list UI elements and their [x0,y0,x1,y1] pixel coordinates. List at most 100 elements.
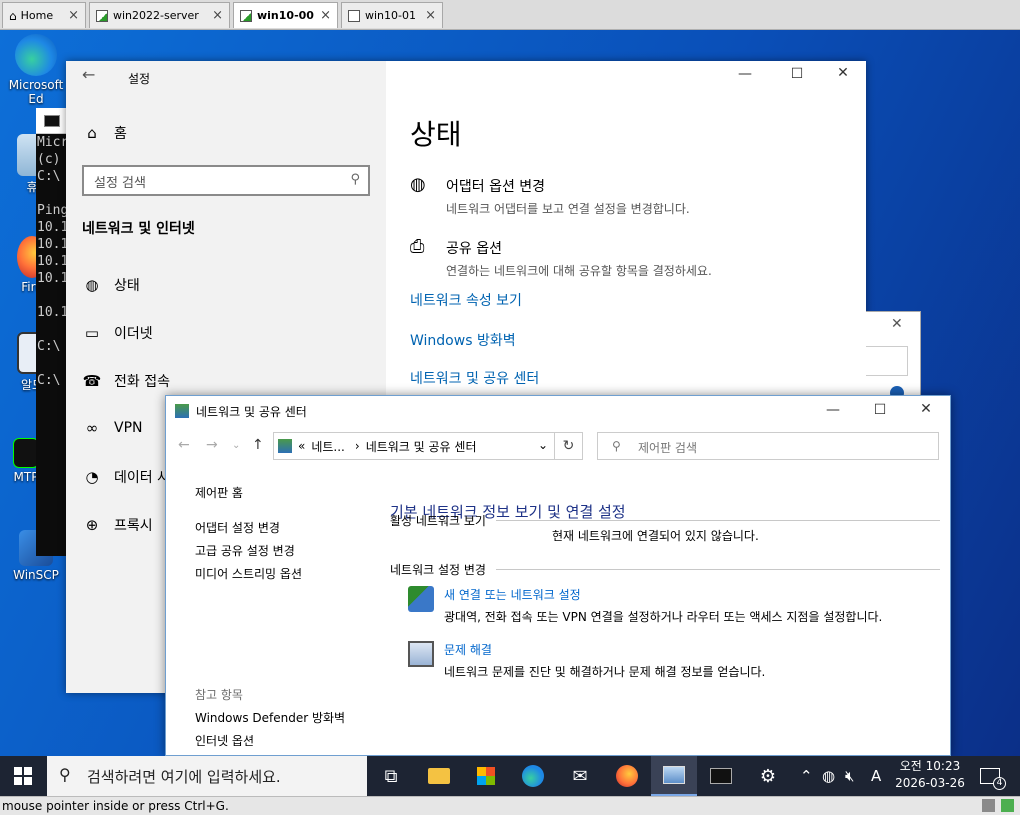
change-adapter-settings-link[interactable]: 어댑터 설정 변경 [195,519,280,536]
settings-search-input[interactable]: 설정 검색 ⚲ [82,165,370,196]
home-icon: ⌂ [87,124,97,142]
refresh-button[interactable]: ↻ [555,432,583,460]
settings-nav-label: 데이터 사 [114,470,170,486]
vm-tab-win10-00[interactable]: win10-00 × [233,2,338,28]
vm-tab-home[interactable]: ⌂ Home × [2,2,86,28]
settings-nav-label: 전화 접속 [114,374,170,390]
start-button[interactable] [0,756,46,796]
advanced-sharing-settings-link[interactable]: 고급 공유 설정 변경 [195,542,295,559]
file-explorer-button[interactable] [416,756,462,796]
network-properties-link[interactable]: 네트워크 속성 보기 [410,290,522,310]
close-button[interactable]: ✕ [828,65,858,81]
chevron-down-icon[interactable]: ⌄ [232,440,240,451]
close-icon[interactable]: × [212,8,223,23]
vm-tab-win10-01[interactable]: win10-01 × [341,2,443,28]
task-title[interactable]: 새 연결 또는 네트워크 설정 [444,586,882,603]
maximize-button[interactable]: ☐ [782,66,812,82]
internet-options-link[interactable]: 인터넷 옵션 [195,732,254,749]
task-desc: 네트워크 문제를 진단 및 해결하거나 문제 해결 정보를 얻습니다. [444,665,766,679]
mail-button[interactable]: ✉ [557,756,603,796]
desktop-icon-label: MTP [13,470,39,484]
background-dialog[interactable]: ✕ [866,311,921,400]
notification-center-button[interactable]: 4 [980,756,1006,796]
windows-firewall-link[interactable]: Windows 방화벽 [410,330,516,350]
store-button[interactable] [463,756,509,796]
breadcrumb-item[interactable]: 네트워크 및 공유 센터 [366,438,477,455]
active-networks-heading: 활성 네트워크 보기 [390,514,486,528]
settings-nav-dialup[interactable]: ☎ 전화 접속 [82,371,170,391]
back-arrow-icon[interactable]: ← [178,437,190,453]
see-also-title: 참고 항목 [195,688,243,702]
search-icon: ⚲ [350,172,360,187]
breadcrumb-separator: › [354,439,360,453]
close-icon[interactable]: × [320,8,331,23]
task-title[interactable]: 문제 해결 [444,641,765,658]
cmd-button[interactable] [698,756,744,796]
sharing-options-row[interactable]: ⎙ 공유 옵션 연결하는 네트워크에 대해 공유할 항목을 결정하세요. [410,236,712,279]
network-sharing-center-link[interactable]: 네트워크 및 공유 센터 [410,368,539,388]
back-arrow-icon[interactable]: ← [82,65,95,84]
breadcrumb-overflow[interactable]: « [298,439,305,453]
network-icon [278,439,292,453]
refresh-icon: ↻ [562,438,575,454]
task-view-button[interactable]: ⧉ [368,756,414,796]
store-icon [477,767,495,785]
proxy-icon: ⊕ [85,516,99,534]
settings-nav-vpn[interactable]: ∞ VPN [82,419,143,437]
maximize-button[interactable]: ☐ [865,402,895,418]
control-panel-home-link[interactable]: 제어판 홈 [195,484,243,501]
troubleshoot-task[interactable]: 문제 해결 네트워크 문제를 진단 및 해결하거나 문제 해결 정보를 얻습니다… [408,641,765,680]
volume-muted-icon: 🔇︎ [845,767,855,785]
minimize-button[interactable]: — [818,402,848,418]
network-icon [175,404,189,418]
settings-nav-proxy[interactable]: ⊕ 프록시 [82,515,153,535]
close-icon[interactable]: × [425,8,436,23]
globe-icon: ◍ [822,767,836,785]
adapter-options-row[interactable]: ◍ 어댑터 옵션 변경 네트워크 어댑터를 보고 연결 설정을 변경합니다. [410,174,690,217]
settings-home[interactable]: ⌂ 홈 [82,123,127,143]
search-icon: ⚲ [59,765,71,784]
vm-tab-label: win10-00 [257,9,314,22]
clock[interactable]: 오전 10:23 2026-03-26 [893,758,967,792]
settings-nav-ethernet[interactable]: ▭ 이더넷 [82,323,153,343]
firefox-button[interactable] [604,756,650,796]
taskbar-search-input[interactable]: ⚲ 검색하려면 여기에 입력하세요. [47,756,367,796]
settings-nav-data-usage[interactable]: ◔ 데이터 사 [82,467,170,487]
settings-nav-status[interactable]: ◍ 상태 [82,275,139,295]
settings-button[interactable]: ⚙ [745,756,791,796]
dialog-field[interactable] [866,346,908,376]
tray-overflow-button[interactable]: ⌃ [800,756,813,796]
edge-button[interactable] [510,756,556,796]
volume-tray-button[interactable]: 🔇︎ [845,756,854,796]
vm-tab-label: win10-01 [365,9,416,22]
address-bar[interactable]: « 네트... › 네트워크 및 공유 센터 ⌄ [273,432,555,460]
network-tray-button[interactable]: ◍ [822,756,835,796]
defender-firewall-link[interactable]: Windows Defender 방화벽 [195,709,345,726]
settings-nav-label: 프록시 [114,518,153,534]
control-panel-search-input[interactable]: ⚲ 제어판 검색 [597,432,939,460]
clock-date: 2026-03-26 [895,776,965,790]
up-arrow-icon[interactable]: ↑ [252,437,264,453]
breadcrumb-item[interactable]: 네트... [311,438,345,455]
data-usage-icon: ◔ [85,468,99,486]
status-text: mouse pointer inside or press Ctrl+G. [2,799,229,813]
terminal-icon [710,768,732,784]
network-center-button[interactable] [651,756,697,796]
row-title: 어댑터 옵션 변경 [446,179,546,195]
close-icon[interactable]: ✕ [891,316,903,332]
settings-nav-label: 이더넷 [114,326,153,342]
new-connection-task[interactable]: 새 연결 또는 네트워크 설정 광대역, 전화 접속 또는 VPN 연결을 설정… [408,586,882,625]
dialup-icon: ☎ [82,372,102,390]
minimize-button[interactable]: — [730,66,760,82]
close-button[interactable]: ✕ [911,401,941,417]
ime-button[interactable]: A [871,756,881,796]
chevron-down-icon[interactable]: ⌄ [538,438,548,452]
network-sharing-center-window[interactable]: 네트워크 및 공유 센터 — ☐ ✕ ← → ⌄ ↑ « 네트... › 네트워… [165,395,951,756]
close-icon[interactable]: × [68,8,79,23]
mail-icon: ✉ [572,765,588,787]
media-streaming-options-link[interactable]: 미디어 스트리밍 옵션 [195,565,302,582]
desktop-icon-edge[interactable]: Microsoft Ed [6,34,66,106]
forward-arrow-icon[interactable]: → [206,437,218,453]
vm-tab-win2022-server[interactable]: win2022-server × [89,2,230,28]
folder-icon [428,768,450,784]
